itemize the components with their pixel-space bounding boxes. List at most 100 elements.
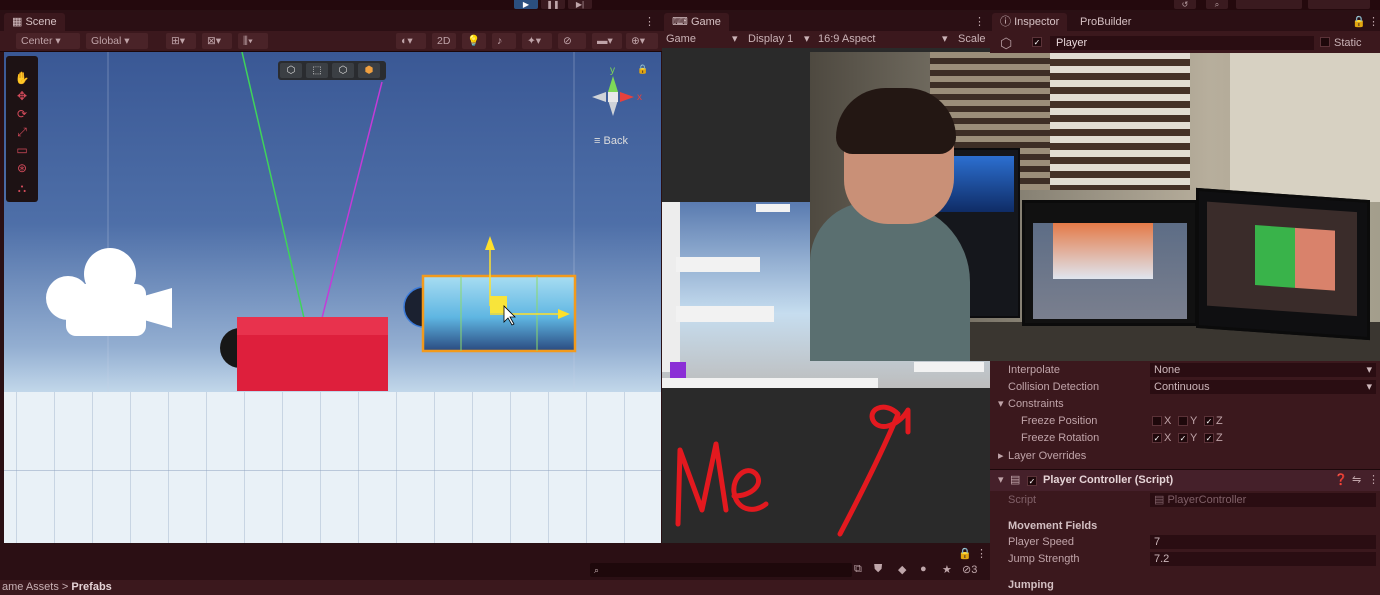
effects-icon[interactable]: ✦▾	[522, 33, 552, 49]
static-checkbox[interactable]	[1320, 37, 1330, 47]
grid-snap-icon[interactable]: ⊠▾	[202, 33, 232, 49]
component-header[interactable]: ▾ ▤ ✓ Player Controller (Script) ❓ ⇋ ⋮	[990, 469, 1380, 491]
layer-overrides-row[interactable]: ▸ Layer Overrides	[990, 448, 1380, 465]
freeze-rot-z-label: Z	[1216, 432, 1223, 444]
tab-game[interactable]: ⌨ Game	[664, 13, 729, 31]
project-search-input[interactable]: ⌕	[590, 563, 852, 577]
move-tool-icon[interactable]: ✥	[12, 88, 32, 104]
gameobject-cube-icon: ⬡	[1000, 35, 1013, 51]
filter-label-icon[interactable]: ⛊	[874, 563, 882, 576]
tool-palette: ✋ ✥ ⟳ ⤢ ▭ ⊛ ⛬	[6, 56, 38, 202]
hidden-icon: ⊘	[962, 564, 972, 576]
freeze-rot-y[interactable]: ✓	[1178, 433, 1188, 444]
freeze-rot-z[interactable]: ✓	[1204, 433, 1214, 444]
component-menu-icon[interactable]: ⋮	[1368, 472, 1379, 489]
favorite-icon[interactable]: ★	[942, 563, 952, 576]
breadcrumb: ame Assets > Prefabs	[0, 580, 990, 595]
constraints-foldout-icon[interactable]: ▾	[998, 396, 1004, 413]
pivot-dropdown[interactable]: Center ▾	[16, 33, 80, 49]
inspector-menu-icon[interactable]: ⋮	[1368, 15, 1379, 28]
preset-icon[interactable]: ⇋	[1352, 472, 1361, 489]
freeze-pos-x[interactable]	[1152, 416, 1162, 427]
game-view-dropdown[interactable]: Game ▾	[666, 31, 740, 48]
script-label: Script	[1008, 494, 1037, 506]
tab-game-label: Game	[690, 16, 721, 28]
step-button[interactable]: ▶|	[568, 0, 592, 9]
freeze-pos-z[interactable]: ✓	[1204, 416, 1214, 427]
gizmos-icon[interactable]: ⊕▾	[626, 33, 658, 49]
camera-gizmo-icon[interactable]	[46, 248, 172, 336]
breadcrumb-current[interactable]: Prefabs	[71, 581, 111, 593]
vertex-mode-icon[interactable]: ⬚	[306, 63, 328, 78]
project-lock-icon[interactable]: 🔒	[958, 547, 972, 560]
lock-icon[interactable]: 🔒	[637, 64, 648, 75]
freeze-pos-z-label: Z	[1216, 415, 1223, 427]
tab-inspector[interactable]: ⓘ Inspector	[992, 13, 1068, 31]
warning-icon[interactable]: ●	[920, 563, 927, 575]
monitor-3	[1196, 187, 1370, 341]
play-button[interactable]: ▶	[514, 0, 538, 9]
history-icon[interactable]: ↺	[1174, 0, 1196, 9]
tab-probuilder[interactable]: ProBuilder	[1072, 13, 1139, 31]
increment-snap-icon[interactable]: ⫼▾	[238, 33, 268, 49]
rect-tool-icon[interactable]: ▭	[12, 142, 32, 158]
audio-icon[interactable]: ♪	[492, 33, 516, 49]
freeze-rotation-row: Freeze Rotation ✓ X ✓ Y ✓ Z	[990, 430, 1380, 447]
object-name-field[interactable]: Player	[1050, 36, 1314, 50]
search-icon[interactable]: ⌕	[1206, 0, 1228, 9]
lighting-icon[interactable]: 💡	[462, 33, 486, 49]
scene-menu-icon[interactable]: ⋮	[644, 15, 655, 28]
project-menu-icon[interactable]: ⋮	[976, 547, 987, 560]
component-foldout-icon[interactable]: ▾	[998, 472, 1004, 489]
annotation-arrow	[837, 404, 911, 537]
face-mode-icon[interactable]: ⬢	[358, 63, 380, 78]
space-dropdown[interactable]: Global ▾	[86, 33, 148, 49]
scale-label[interactable]: Scale	[958, 31, 990, 48]
pause-button[interactable]: ❚❚	[541, 0, 565, 9]
tab-inspector-label: Inspector	[1014, 16, 1060, 28]
collision-dropdown[interactable]: Continuous ▾	[1150, 380, 1376, 394]
scale-tool-icon[interactable]: ⤢	[12, 124, 32, 140]
layer-overrides-foldout-icon[interactable]: ▸	[998, 448, 1004, 465]
aspect-dropdown[interactable]: 16:9 Aspect ▾	[818, 31, 952, 48]
edge-mode-icon[interactable]: ⬡	[332, 63, 354, 78]
display-dropdown[interactable]: Display 1 ▾	[748, 31, 810, 48]
layers-dropdown[interactable]	[1236, 0, 1302, 9]
rotate-tool-icon[interactable]: ⟳	[12, 106, 32, 122]
hand-tool-icon[interactable]: ✋	[12, 70, 32, 86]
tab-scene[interactable]: ▦ Scene	[4, 13, 65, 31]
camera-icon[interactable]: ▬▾	[592, 33, 622, 49]
hidden-packages-toggle[interactable]: ⊘3	[962, 563, 977, 576]
probuilder-toolbar: ⬡ ⬚ ⬡ ⬢	[278, 61, 386, 80]
transform-tool-icon[interactable]: ⊛	[12, 160, 32, 176]
orientation-gizmo[interactable]: 🔒 y x ≡ Back	[588, 62, 648, 152]
info-icon: ⓘ	[1000, 16, 1015, 28]
visibility-icon[interactable]: ⊘	[558, 33, 586, 49]
jump-field[interactable]: 7.2	[1150, 552, 1376, 566]
gizmo-back-label[interactable]: Back	[603, 135, 628, 147]
active-checkbox[interactable]: ✓	[1032, 37, 1042, 47]
game-menu-icon[interactable]: ⋮	[974, 15, 985, 28]
interpolate-dropdown[interactable]: None ▾	[1150, 363, 1376, 377]
breadcrumb-root[interactable]: ame Assets	[0, 581, 59, 593]
component-enabled-checkbox[interactable]: ✓	[1027, 476, 1037, 486]
tag-icon[interactable]: ◆	[898, 563, 906, 576]
speed-field[interactable]: 7	[1150, 535, 1376, 549]
script-field[interactable]: ▤ PlayerController	[1150, 493, 1376, 507]
help-icon[interactable]: ❓	[1334, 472, 1348, 489]
snap-icon[interactable]: ⊞▾	[166, 33, 196, 49]
custom-tool-icon[interactable]: ⛬	[12, 180, 32, 196]
inspector-lock-icon[interactable]: 🔒	[1352, 15, 1366, 28]
freeze-rot-x[interactable]: ✓	[1152, 433, 1162, 444]
constraints-label: Constraints	[1008, 398, 1064, 410]
freeze-position-row: Freeze Position X Y ✓ Z	[990, 413, 1380, 430]
svg-text:≡ Back: ≡ Back	[594, 135, 628, 147]
constraints-row[interactable]: ▾ Constraints	[990, 396, 1380, 413]
shading-mode-icon[interactable]: ◐▾	[396, 33, 426, 49]
layout-dropdown[interactable]	[1308, 0, 1370, 9]
filter-type-icon[interactable]: ⧉	[854, 563, 862, 576]
freeze-pos-y[interactable]	[1178, 416, 1188, 427]
toggle-2d-button[interactable]: 2D	[432, 33, 456, 49]
hidden-count: 3	[971, 564, 978, 576]
object-mode-icon[interactable]: ⬡	[280, 63, 302, 78]
